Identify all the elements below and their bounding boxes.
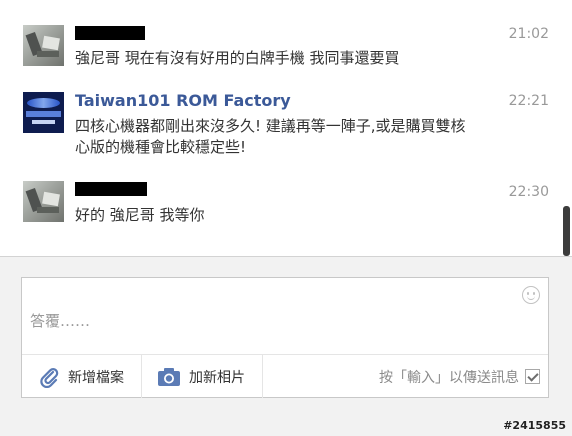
camera-icon <box>158 367 180 386</box>
reply-composer: 新增檔案 加新相片 按「輸入」以傳送訊息 <box>21 277 549 398</box>
composer-area: 新增檔案 加新相片 按「輸入」以傳送訊息 #2415855 <box>0 256 572 436</box>
enter-to-send-checkbox[interactable] <box>525 369 540 384</box>
sender-name[interactable]: Taiwan101 ROM Factory <box>75 91 291 110</box>
message-text: 強尼哥 現在有沒有好用的白牌手機 我同事還要買 <box>75 49 400 67</box>
message-thread: 21:02 強尼哥 現在有沒有好用的白牌手機 我同事還要買 Taiwan101 … <box>0 0 572 256</box>
message-timestamp: 21:02 <box>508 26 549 42</box>
enter-to-send-label: 按「輸入」以傳送訊息 <box>379 369 519 386</box>
message-text: 四核心機器都剛出來沒多久! 建議再等一陣子,或是購買雙核心版的機種會比較穩定些! <box>75 117 466 156</box>
scrollbar-thumb[interactable] <box>563 206 570 256</box>
add-photo-button[interactable]: 加新相片 <box>143 355 263 398</box>
redacted-sender-name <box>75 182 147 196</box>
add-file-label: 新增檔案 <box>68 369 124 386</box>
add-photo-label: 加新相片 <box>189 369 245 386</box>
composer-toolbar: 新增檔案 加新相片 按「輸入」以傳送訊息 <box>22 354 548 398</box>
avatar[interactable] <box>23 92 64 133</box>
message-text: 好的 強尼哥 我等你 <box>75 206 205 224</box>
message-timestamp: 22:21 <box>508 93 549 109</box>
image-watermark: #2415855 <box>503 419 566 432</box>
add-file-button[interactable]: 新增檔案 <box>22 355 142 398</box>
scrollbar[interactable] <box>563 0 570 256</box>
avatar[interactable] <box>23 181 64 222</box>
avatar[interactable] <box>23 25 64 66</box>
paperclip-icon <box>40 367 59 388</box>
reply-input[interactable] <box>22 278 548 354</box>
redacted-sender-name <box>75 26 145 40</box>
smiley-icon[interactable] <box>522 286 540 304</box>
enter-to-send-toggle[interactable]: 按「輸入」以傳送訊息 <box>379 355 540 398</box>
message-timestamp: 22:30 <box>508 184 549 200</box>
